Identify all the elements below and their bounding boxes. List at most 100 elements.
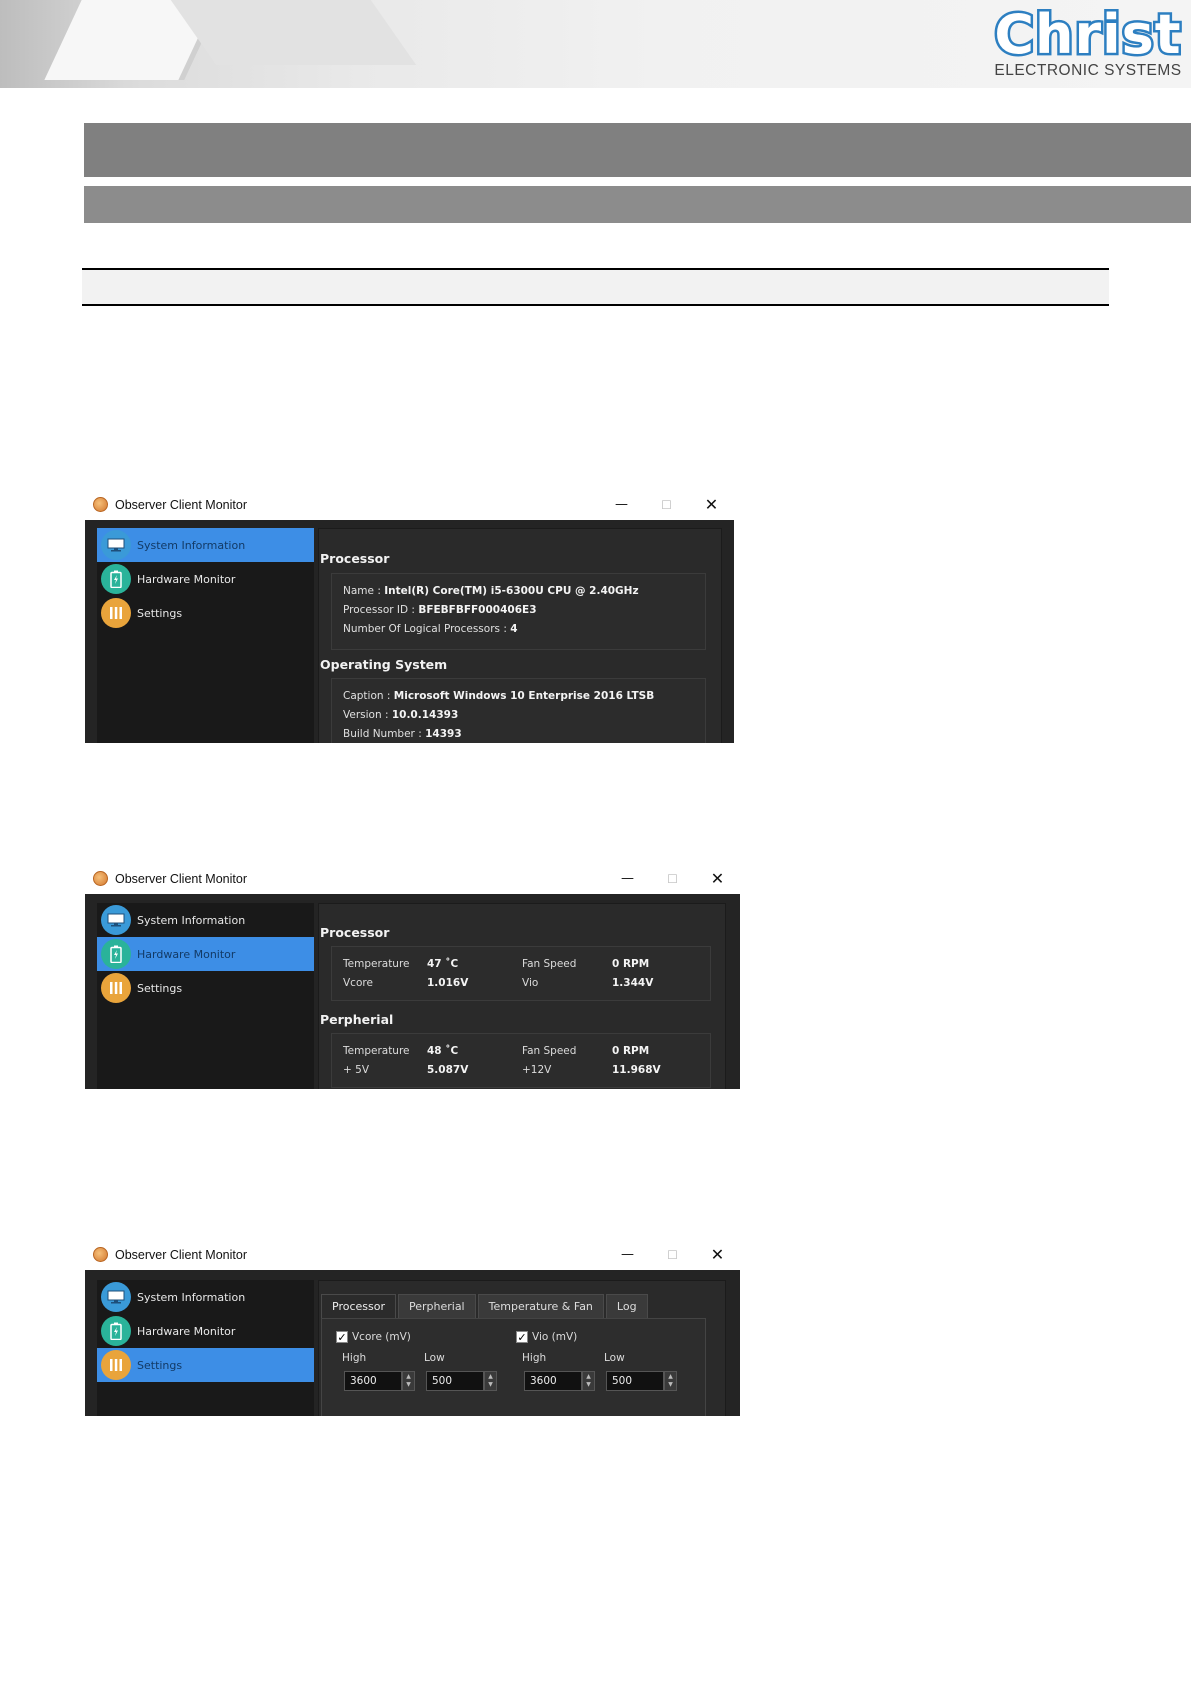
- content-panel: Processor Name : Intel(R) Core(TM) i5-63…: [318, 528, 722, 743]
- os-build-row: Build Number : 14393: [343, 728, 462, 740]
- peripheral-temperature-value: 48 ˚C: [427, 1045, 459, 1057]
- sidebar-item-hardware-monitor[interactable]: Hardware Monitor: [97, 1314, 314, 1348]
- sidebar-item-system-information[interactable]: System Information: [97, 528, 314, 562]
- content-panel: Processor Temperature 47 ˚C Fan Speed 0 …: [318, 903, 726, 1089]
- maximize-button[interactable]: ☐: [650, 1239, 695, 1270]
- tab-log[interactable]: Log: [605, 1294, 648, 1318]
- sidebar-item-label: Settings: [137, 1358, 183, 1372]
- window-title: Observer Client Monitor: [115, 1247, 247, 1262]
- settings-tabs: Processor Perpherial Temperature & Fan L…: [321, 1294, 650, 1318]
- processor-settings-panel: ✓ Vcore (mV) High Low 3600 ▲ ▼ 500 ▲ ▼ ✓ V…: [321, 1318, 706, 1416]
- sidebar-item-settings[interactable]: Settings: [97, 971, 314, 1005]
- processor-id-row: Processor ID : BFEBFBFF000406E3: [343, 604, 537, 616]
- maximize-button[interactable]: ☐: [650, 863, 695, 894]
- sidebar-nav: System Information Hardware Monitor Sett…: [97, 1280, 314, 1416]
- processor-name-row: Name : Intel(R) Core(TM) i5-6300U CPU @ …: [343, 585, 639, 597]
- sidebar-item-label: System Information: [137, 913, 246, 927]
- sidebar-item-label: Settings: [137, 981, 183, 995]
- close-button[interactable]: ✕: [689, 489, 734, 520]
- monitor-icon: [101, 905, 131, 935]
- vcore-label: Vcore: [343, 977, 373, 989]
- monitor-icon: [101, 1282, 131, 1312]
- plus-12v-value: 11.968V: [612, 1064, 661, 1076]
- subsection-heading-box: [82, 268, 1109, 306]
- vio-low-label: Low: [604, 1352, 625, 1364]
- sidebar-item-label: System Information: [137, 538, 246, 552]
- monitor-icon: [101, 530, 131, 560]
- logo-text: Christ: [992, 3, 1183, 66]
- sliders-icon: [101, 1350, 131, 1380]
- vcore-low-stepper[interactable]: ▲ ▼: [484, 1371, 497, 1391]
- app-icon: [93, 1247, 108, 1262]
- os-group: Caption : Microsoft Windows 10 Enterpris…: [331, 678, 706, 743]
- battery-icon: [101, 939, 131, 969]
- sidebar-nav: System Information Hardware Monitor Sett…: [97, 528, 314, 743]
- title-bar: Observer Client Monitor — ☐ ✕: [85, 489, 734, 520]
- peripheral-fan-label: Fan Speed: [522, 1045, 577, 1057]
- logo-subtitle: ELECTRONIC SYSTEMS: [994, 62, 1182, 79]
- app-icon: [93, 871, 108, 886]
- window-title: Observer Client Monitor: [115, 497, 247, 512]
- processor-sensors-group: Temperature 47 ˚C Fan Speed 0 RPM Vcore …: [331, 946, 711, 1001]
- section-title-peripheral: Perpherial: [320, 1012, 394, 1027]
- sidebar-item-label: Hardware Monitor: [137, 572, 236, 586]
- logical-processors-row: Number Of Logical Processors : 4: [343, 623, 518, 635]
- vio-low-stepper[interactable]: ▲ ▼: [664, 1371, 677, 1391]
- chapter-heading-bar: [84, 123, 1191, 177]
- company-logo: Christ ELECTRONIC SYSTEMS: [992, 3, 1183, 82]
- maximize-button[interactable]: ☐: [644, 489, 689, 520]
- sidebar-item-settings[interactable]: Settings: [97, 1348, 314, 1382]
- close-button[interactable]: ✕: [695, 863, 740, 894]
- sidebar-item-hardware-monitor[interactable]: Hardware Monitor: [97, 562, 314, 596]
- os-version-row: Version : 10.0.14393: [343, 709, 459, 721]
- vio-label: Vio (mV): [532, 1331, 578, 1343]
- sidebar-item-settings[interactable]: Settings: [97, 596, 314, 630]
- plus-12v-label: +12V: [522, 1064, 552, 1076]
- vio-high-stepper[interactable]: ▲ ▼: [582, 1371, 595, 1391]
- app-window-system-information: Observer Client Monitor — ☐ ✕ System Inf…: [85, 489, 734, 743]
- close-button[interactable]: ✕: [695, 1239, 740, 1270]
- peripheral-sensors-group: Temperature 48 ˚C Fan Speed 0 RPM + 5V 5…: [331, 1033, 711, 1088]
- window-title: Observer Client Monitor: [115, 871, 247, 886]
- vio-value: 1.344V: [612, 977, 654, 989]
- tab-peripheral[interactable]: Perpherial: [397, 1294, 476, 1318]
- processor-temperature-label: Temperature: [343, 958, 410, 970]
- tab-processor[interactable]: Processor: [321, 1294, 396, 1318]
- vcore-low-input[interactable]: 500: [426, 1371, 484, 1391]
- vio-label: Vio: [522, 977, 539, 989]
- minimize-button[interactable]: —: [605, 1239, 650, 1270]
- content-panel: Processor Perpherial Temperature & Fan L…: [318, 1280, 726, 1416]
- processor-fan-label: Fan Speed: [522, 958, 577, 970]
- sliders-icon: [101, 973, 131, 1003]
- title-bar: Observer Client Monitor — ☐ ✕: [85, 863, 740, 894]
- app-window-hardware-monitor: Observer Client Monitor — ☐ ✕ System Inf…: [85, 863, 740, 1089]
- vio-checkbox[interactable]: ✓: [516, 1331, 528, 1343]
- section-title-processor: Processor: [320, 551, 390, 566]
- header-banner: Christ ELECTRONIC SYSTEMS: [0, 0, 1191, 88]
- app-icon: [93, 497, 108, 512]
- vcore-checkbox[interactable]: ✓: [336, 1331, 348, 1343]
- sidebar-item-system-information[interactable]: System Information: [97, 903, 314, 937]
- vcore-label: Vcore (mV): [352, 1331, 411, 1343]
- sidebar-nav: System Information Hardware Monitor Sett…: [97, 903, 314, 1089]
- peripheral-temperature-label: Temperature: [343, 1045, 410, 1057]
- battery-icon: [101, 564, 131, 594]
- sliders-icon: [101, 598, 131, 628]
- vcore-high-input[interactable]: 3600: [344, 1371, 402, 1391]
- peripheral-fan-value: 0 RPM: [612, 1045, 650, 1057]
- vcore-high-stepper[interactable]: ▲ ▼: [402, 1371, 415, 1391]
- processor-group: Name : Intel(R) Core(TM) i5-6300U CPU @ …: [331, 573, 706, 650]
- sidebar-item-label: Hardware Monitor: [137, 947, 236, 961]
- vio-high-input[interactable]: 3600: [524, 1371, 582, 1391]
- vcore-high-label: High: [342, 1352, 367, 1364]
- sidebar-item-label: System Information: [137, 1290, 246, 1304]
- sidebar-item-system-information[interactable]: System Information: [97, 1280, 314, 1314]
- minimize-button[interactable]: —: [605, 863, 650, 894]
- tab-temperature-fan[interactable]: Temperature & Fan: [477, 1294, 604, 1318]
- vio-low-input[interactable]: 500: [606, 1371, 664, 1391]
- sidebar-item-hardware-monitor[interactable]: Hardware Monitor: [97, 937, 314, 971]
- section-heading-bar: [84, 186, 1191, 223]
- minimize-button[interactable]: —: [599, 489, 644, 520]
- document-page: Christ ELECTRONIC SYSTEMS Observer Clien…: [0, 0, 1191, 1684]
- battery-icon: [101, 1316, 131, 1346]
